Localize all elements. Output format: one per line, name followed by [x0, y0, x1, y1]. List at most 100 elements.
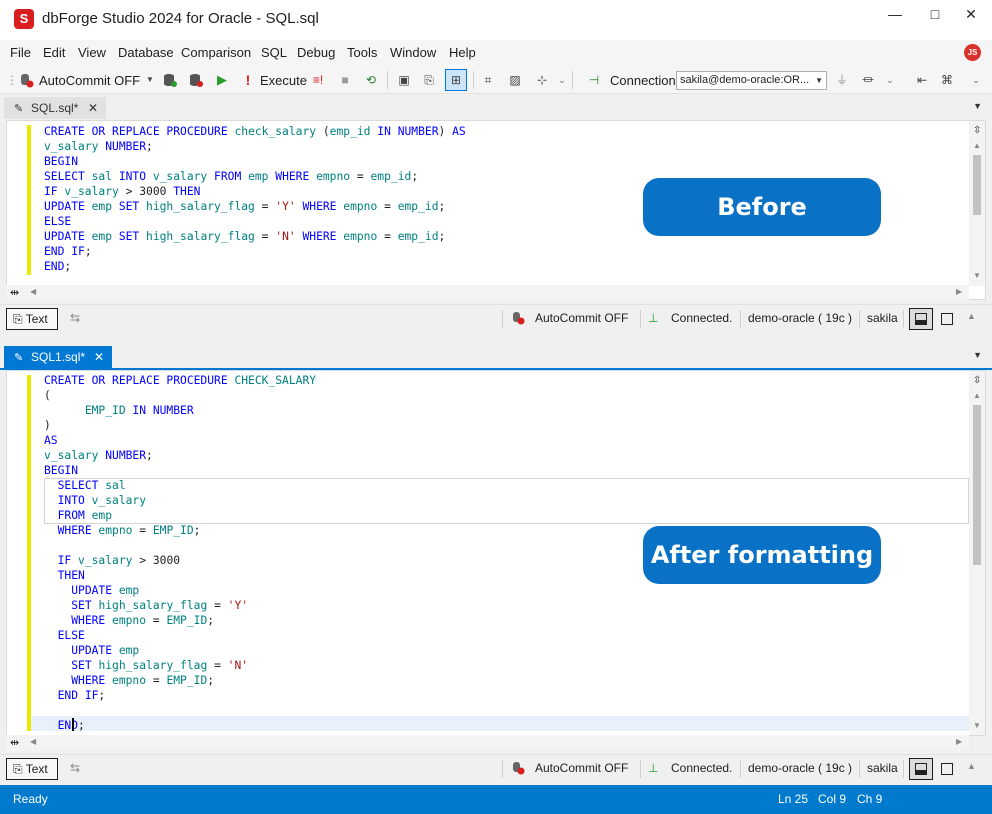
- query-builder-icon[interactable]: ⌗: [480, 72, 496, 88]
- chart-icon[interactable]: ▨: [507, 72, 523, 88]
- menu-debug[interactable]: Debug: [297, 45, 335, 60]
- code-line[interactable]: BEGIN: [44, 463, 78, 478]
- menu-tools[interactable]: Tools: [347, 45, 377, 60]
- disconnect-icon[interactable]: ⏚: [834, 72, 850, 88]
- code-line[interactable]: UPDATE emp: [44, 583, 139, 598]
- code-line[interactable]: v_salary NUMBER;: [44, 448, 153, 463]
- menu-file[interactable]: File: [10, 45, 31, 60]
- connect-icon[interactable]: ⏛: [860, 72, 876, 88]
- settings-icon[interactable]: ⌘: [939, 72, 955, 88]
- execute-current-icon[interactable]: ≡!: [310, 72, 326, 88]
- commit-icon[interactable]: [162, 72, 178, 88]
- tab-sql1[interactable]: ✎ SQL1.sql* ✕: [4, 346, 112, 368]
- menu-view[interactable]: View: [78, 45, 106, 60]
- code-line[interactable]: SET high_salary_flag = 'Y': [44, 598, 248, 613]
- scroll-left-icon[interactable]: ◀: [30, 737, 36, 746]
- close-button[interactable]: ✕: [956, 4, 986, 24]
- show-results-toggle[interactable]: [909, 758, 933, 780]
- code-line[interactable]: SELECT sal: [44, 478, 126, 493]
- text-view-button[interactable]: ⎘ Text: [6, 308, 58, 330]
- code-line[interactable]: (: [44, 388, 51, 403]
- collapse-up-icon[interactable]: ▲: [967, 311, 976, 321]
- switch-view-icon[interactable]: ⇆: [70, 311, 80, 325]
- code-line[interactable]: ELSE: [44, 628, 85, 643]
- connection-select[interactable]: sakila@demo-oracle:OR... ▼: [676, 71, 827, 90]
- tab-list-dropdown-icon[interactable]: ▼: [973, 101, 982, 111]
- split-icon[interactable]: ⇳: [973, 375, 981, 386]
- code-line[interactable]: SELECT sal INTO v_salary FROM emp WHERE …: [44, 169, 418, 184]
- code-line[interactable]: END IF;: [44, 244, 92, 259]
- menu-sql[interactable]: SQL: [261, 45, 287, 60]
- code-line[interactable]: THEN: [44, 568, 85, 583]
- tab-list-dropdown-icon[interactable]: ▼: [973, 350, 982, 360]
- code-line[interactable]: ): [44, 418, 51, 433]
- collapse-up-icon[interactable]: ▲: [967, 761, 976, 771]
- stop-icon[interactable]: ■: [337, 72, 353, 88]
- code-line[interactable]: IF v_salary > 3000: [44, 553, 180, 568]
- scroll-right-icon[interactable]: ▶: [956, 287, 962, 296]
- code-line[interactable]: v_salary NUMBER;: [44, 139, 153, 154]
- vertical-scrollbar[interactable]: ⇳ ▲ ▼: [969, 371, 985, 735]
- menu-help[interactable]: Help: [449, 45, 476, 60]
- vertical-scrollbar[interactable]: ⇳ ▲ ▼: [969, 121, 985, 286]
- scroll-right-icon[interactable]: ▶: [956, 737, 962, 746]
- autocommit-toggle[interactable]: AutoCommit OFF: [39, 73, 140, 88]
- split-icon[interactable]: ⇳: [973, 125, 981, 136]
- code-line[interactable]: SET high_salary_flag = 'N': [44, 658, 248, 673]
- execute-icon[interactable]: !: [240, 72, 256, 88]
- horizontal-scrollbar[interactable]: ⇹ ◀ ▶: [6, 735, 969, 751]
- code-line[interactable]: CREATE OR REPLACE PROCEDURE check_salary…: [44, 124, 466, 139]
- switch-view-icon[interactable]: ⇆: [70, 761, 80, 775]
- maximize-editor-icon[interactable]: [941, 313, 953, 325]
- code-line[interactable]: WHERE empno = EMP_ID;: [44, 613, 214, 628]
- connect-dropdown-icon[interactable]: ⌄: [882, 72, 898, 88]
- autocommit-status[interactable]: AutoCommit OFF: [535, 761, 628, 775]
- menu-window[interactable]: Window: [390, 45, 436, 60]
- code-line[interactable]: END IF;: [44, 688, 106, 703]
- code-line[interactable]: FROM emp: [44, 508, 112, 523]
- run-icon[interactable]: ▶: [214, 72, 230, 88]
- code-line[interactable]: ELSE: [44, 214, 71, 229]
- scroll-thumb[interactable]: [973, 155, 981, 215]
- new-object-icon[interactable]: ⊹: [534, 72, 550, 88]
- code-line[interactable]: END;: [44, 718, 85, 733]
- close-tab-icon[interactable]: ✕: [94, 346, 104, 368]
- maximize-button[interactable]: □: [920, 4, 950, 24]
- split-horizontal-icon[interactable]: ⇹: [10, 286, 19, 299]
- code-line[interactable]: UPDATE emp SET high_salary_flag = 'N' WH…: [44, 229, 445, 244]
- close-tab-icon[interactable]: ✕: [88, 97, 98, 119]
- scroll-down-icon[interactable]: ▼: [973, 271, 981, 280]
- scroll-up-icon[interactable]: ▲: [973, 141, 981, 150]
- execute-button[interactable]: Execute: [260, 73, 307, 88]
- menu-edit[interactable]: Edit: [43, 45, 65, 60]
- toolbar-overflow-icon[interactable]: ⌄: [554, 72, 570, 88]
- code-line[interactable]: CREATE OR REPLACE PROCEDURE CHECK_SALARY: [44, 373, 316, 388]
- code-line[interactable]: EMP_ID IN NUMBER: [44, 403, 194, 418]
- user-avatar[interactable]: JS: [964, 44, 981, 61]
- menu-comparison[interactable]: Comparison: [181, 45, 251, 60]
- code-line[interactable]: UPDATE emp SET high_salary_flag = 'Y' WH…: [44, 199, 445, 214]
- maximize-editor-icon[interactable]: [941, 763, 953, 775]
- code-line[interactable]: END;: [44, 259, 71, 274]
- code-line[interactable]: WHERE empno = EMP_ID;: [44, 523, 201, 538]
- format-icon[interactable]: ▣: [396, 72, 412, 88]
- export-icon[interactable]: ⎘: [421, 72, 437, 88]
- code-line[interactable]: AS: [44, 433, 58, 448]
- layout-toggle-icon[interactable]: ⊞: [445, 69, 467, 91]
- history-icon[interactable]: ⟲: [363, 72, 379, 88]
- scroll-up-icon[interactable]: ▲: [973, 391, 981, 400]
- menu-database[interactable]: Database: [118, 45, 174, 60]
- show-results-toggle[interactable]: [909, 308, 933, 330]
- tab-sql[interactable]: ✎ SQL.sql* ✕: [4, 97, 106, 119]
- text-view-button[interactable]: ⎘ Text: [6, 758, 58, 780]
- split-horizontal-icon[interactable]: ⇹: [10, 736, 19, 749]
- code-line[interactable]: WHERE empno = EMP_ID;: [44, 673, 214, 688]
- code-line[interactable]: UPDATE emp: [44, 643, 139, 658]
- toolbar-overflow-icon[interactable]: ⌄: [968, 72, 984, 88]
- code-line[interactable]: INTO v_salary: [44, 493, 146, 508]
- scroll-thumb[interactable]: [973, 405, 981, 565]
- scroll-down-icon[interactable]: ▼: [973, 721, 981, 730]
- align-icon[interactable]: ⇤: [914, 72, 930, 88]
- code-line[interactable]: BEGIN: [44, 154, 78, 169]
- autocommit-status[interactable]: AutoCommit OFF: [535, 311, 628, 325]
